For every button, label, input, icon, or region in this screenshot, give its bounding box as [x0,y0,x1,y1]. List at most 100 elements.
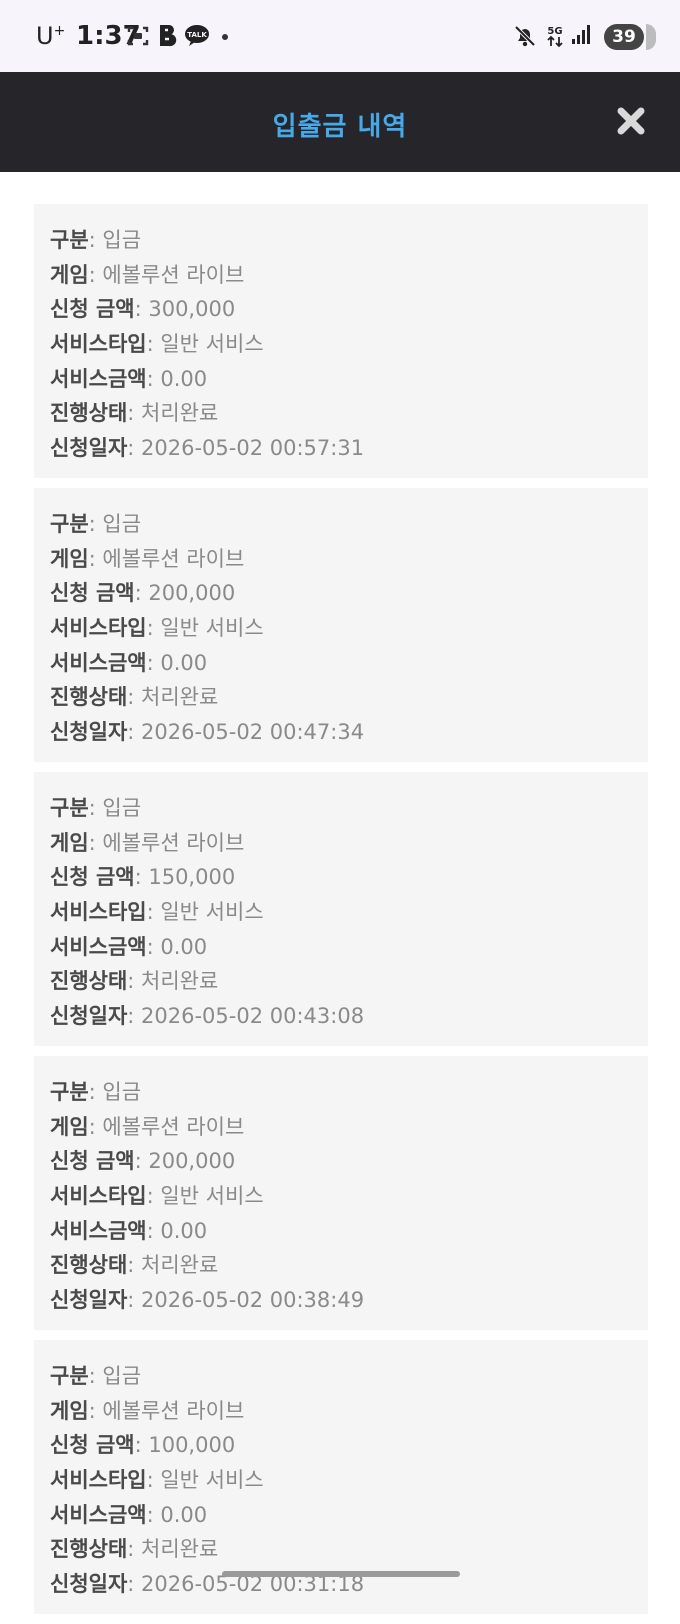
status-label: 진행상태 [50,685,128,710]
service-type-label: 서비스타입 [50,1184,147,1209]
service-type-row: 서비스타입: 일반 서비스 [50,1179,632,1214]
service-type-label: 서비스타입 [50,332,147,357]
service-type-value: : 일반 서비스 [146,332,264,357]
transaction-card: 구분: 입금 게임: 에볼루션 라이브 신청 금액: 300,000 서비스타입… [34,204,648,478]
service-amount-value: : 0.00 [146,650,208,675]
service-amount-label: 서비스금액 [50,366,147,391]
amount-row: 신청 금액: 200,000 [50,1144,632,1179]
amount-value: : 100,000 [134,1433,236,1458]
status-row: 진행상태: 처리완료 [50,680,632,715]
modal-header: 입출금 내역 [0,72,680,172]
status-label: 진행상태 [50,1253,128,1278]
amount-value: : 150,000 [134,865,236,890]
type-row: 구분: 입금 [50,1075,632,1110]
service-amount-row: 서비스금액: 0.00 [50,930,632,965]
type-row: 구분: 입금 [50,791,632,826]
status-label: 진행상태 [50,969,128,994]
status-row: 진행상태: 처리완료 [50,1532,632,1567]
transaction-list: 구분: 입금 게임: 에볼루션 라이브 신청 금액: 300,000 서비스타입… [34,204,648,1624]
amount-label: 신청 금액 [50,865,135,890]
amount-label: 신청 금액 [50,297,135,322]
service-amount-label: 서비스금액 [50,1502,147,1527]
amount-row: 신청 금액: 100,000 [50,1428,632,1463]
transaction-card: 구분: 입금 게임: 에볼루션 라이브 신청 금액: 200,000 서비스타입… [34,488,648,762]
amount-value: : 200,000 [134,1149,236,1174]
type-value: : 입금 [88,1364,142,1388]
service-type-label: 서비스타입 [50,900,147,925]
date-row: 신청일자: 2026-05-02 00:38:49 [50,1283,632,1318]
status-label: 진행상태 [50,1537,128,1562]
kakaotalk-icon: TALK [185,25,209,46]
game-label: 게임 [50,262,89,287]
svg-text:TALK: TALK [187,31,207,39]
home-indicator[interactable] [222,1571,460,1577]
service-type-value: : 일반 서비스 [146,900,264,925]
type-value: : 입금 [88,228,142,252]
game-value: : 에볼루션 라이브 [88,546,245,571]
date-label: 신청일자 [50,1288,128,1313]
service-type-row: 서비스타입: 일반 서비스 [50,895,632,930]
signal-icon [572,25,590,44]
type-value: : 입금 [88,512,142,536]
service-amount-row: 서비스금액: 0.00 [50,362,632,397]
status-value: : 처리완료 [127,401,219,426]
service-amount-label: 서비스금액 [50,934,147,959]
service-amount-label: 서비스금액 [50,650,147,675]
type-label: 구분 [50,512,89,536]
carrier-text: U [36,22,54,50]
game-value: : 에볼루션 라이브 [88,1114,245,1139]
status-label: 진행상태 [50,401,128,426]
game-value: : 에볼루션 라이브 [88,830,245,855]
game-value: : 에볼루션 라이브 [88,262,245,287]
status-bar: U+ 1:37 TALK 5G 39 [0,0,680,72]
amount-row: 신청 금액: 300,000 [50,292,632,327]
date-row: 신청일자: 2026-05-02 00:57:31 [50,431,632,466]
service-type-value: : 일반 서비스 [146,1468,264,1493]
date-row: 신청일자: 2026-05-02 00:47:34 [50,715,632,750]
game-label: 게임 [50,1398,89,1423]
service-amount-row: 서비스금액: 0.00 [50,646,632,681]
screenshot-icon [127,26,149,46]
amount-label: 신청 금액 [50,581,135,606]
battery-indicator: 39 [604,24,656,50]
service-type-row: 서비스타입: 일반 서비스 [50,1463,632,1498]
status-value: : 처리완료 [127,969,219,994]
network-5g-icon: 5G [547,26,563,48]
type-value: : 입금 [88,1080,142,1104]
service-type-value: : 일반 서비스 [146,1184,264,1209]
date-label: 신청일자 [50,1572,128,1597]
type-row: 구분: 입금 [50,223,632,258]
game-label: 게임 [50,830,89,855]
service-type-value: : 일반 서비스 [146,616,264,641]
game-row: 게임: 에볼루션 라이브 [50,1394,632,1429]
amount-row: 신청 금액: 150,000 [50,860,632,895]
date-row: 신청일자: 2026-05-02 00:43:08 [50,999,632,1034]
notification-dot [222,34,228,40]
service-type-row: 서비스타입: 일반 서비스 [50,611,632,646]
transaction-card: 구분: 입금 게임: 에볼루션 라이브 신청 금액: 150,000 서비스타입… [34,772,648,1046]
amount-label: 신청 금액 [50,1433,135,1458]
amount-label: 신청 금액 [50,1149,135,1174]
type-label: 구분 [50,228,89,252]
date-value: : 2026-05-02 00:38:49 [127,1288,365,1313]
game-label: 게임 [50,546,89,571]
carrier-plus: + [53,23,66,39]
date-label: 신청일자 [50,436,128,461]
date-value: : 2026-05-02 00:57:31 [127,436,365,461]
close-icon[interactable] [616,106,646,136]
service-amount-label: 서비스금액 [50,1218,147,1243]
carrier-label: U+ [36,22,65,50]
type-row: 구분: 입금 [50,1359,632,1394]
service-amount-row: 서비스금액: 0.00 [50,1214,632,1249]
page-title: 입출금 내역 [272,112,408,142]
date-value: : 2026-05-02 00:43:08 [127,1004,365,1029]
service-type-label: 서비스타입 [50,1468,147,1493]
date-label: 신청일자 [50,720,128,745]
service-type-label: 서비스타입 [50,616,147,641]
service-amount-value: : 0.00 [146,1502,208,1527]
status-row: 진행상태: 처리완료 [50,396,632,431]
game-label: 게임 [50,1114,89,1139]
type-label: 구분 [50,1364,89,1388]
amount-value: : 300,000 [134,297,236,322]
service-amount-value: : 0.00 [146,366,208,391]
